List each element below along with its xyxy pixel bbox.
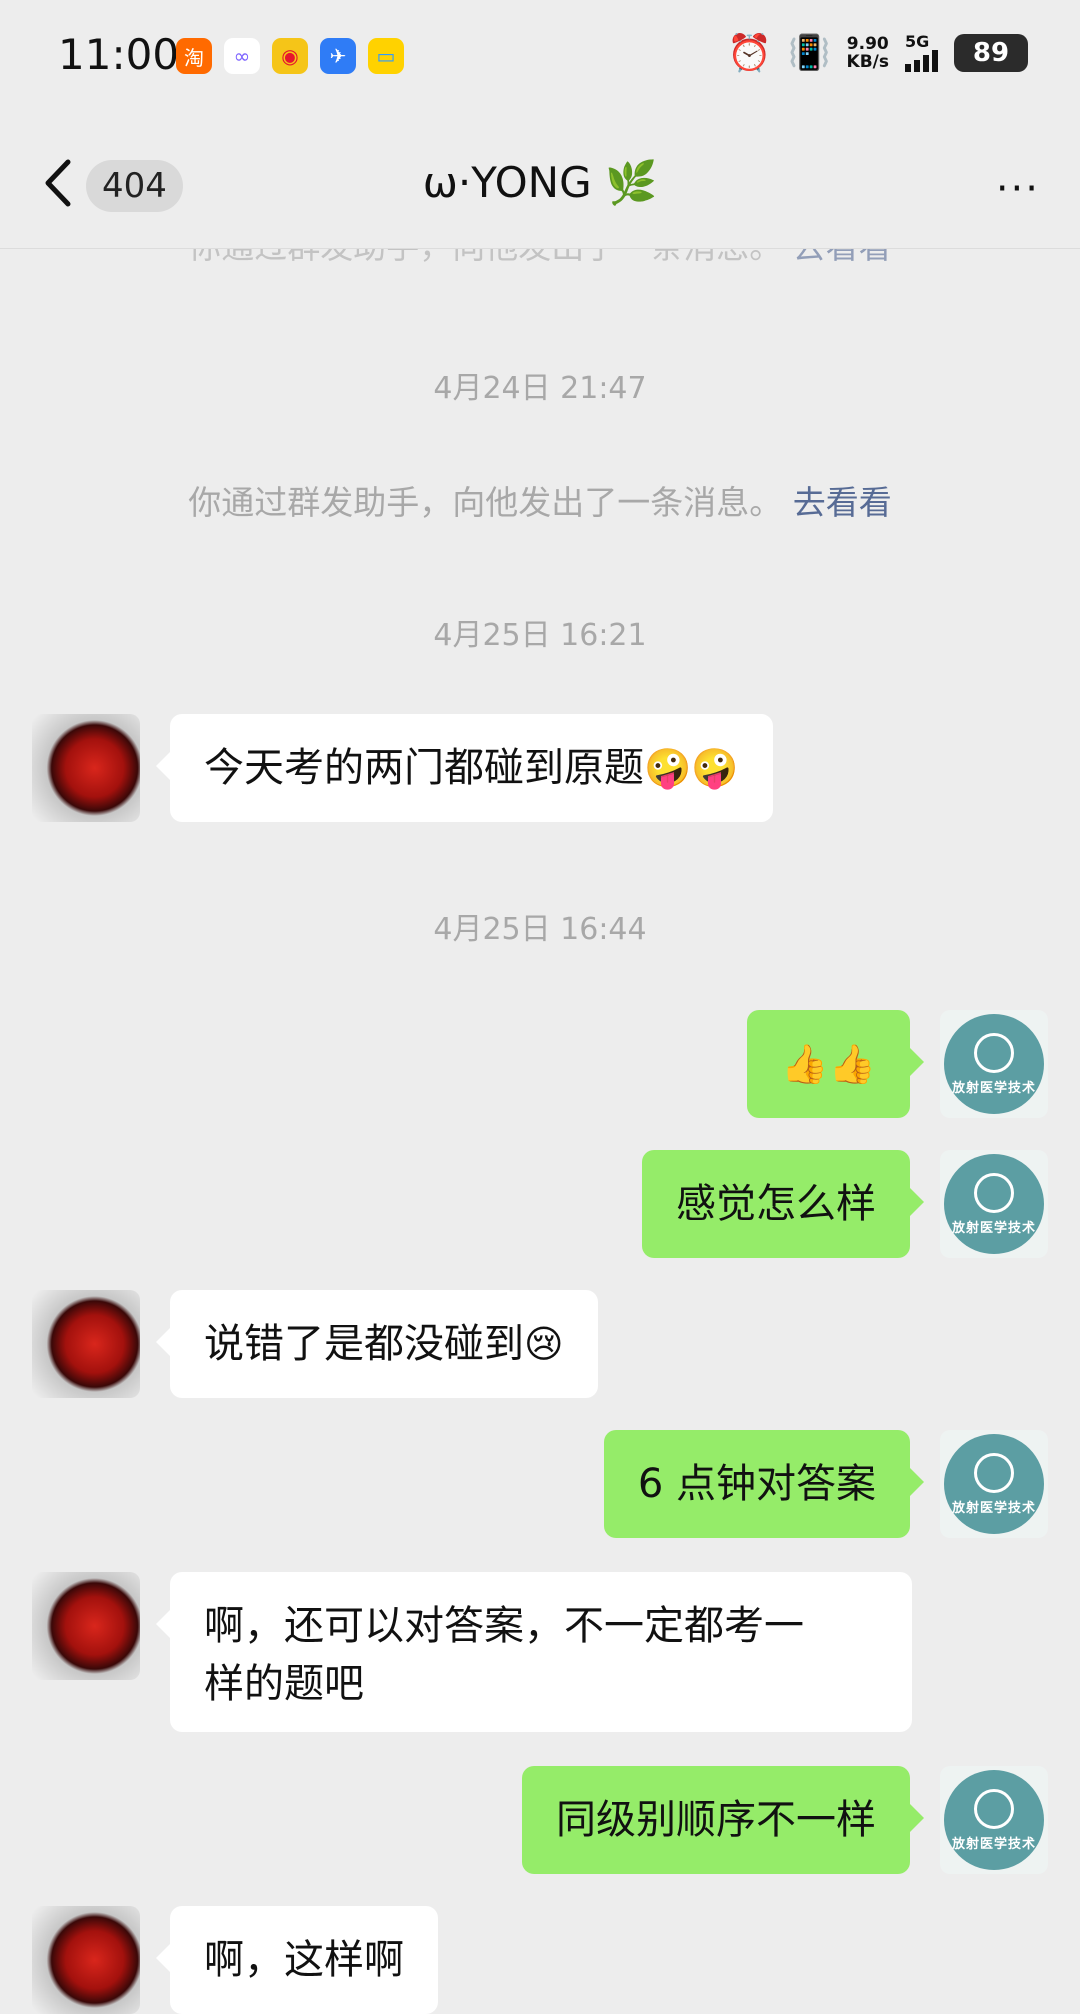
message-bubble-received[interactable]: 今天考的两门都碰到原题🤪🤪 xyxy=(156,714,773,822)
system-indicators: ⏰ 📳 9.90 KB/s 5G 89 xyxy=(727,32,1028,74)
contact-avatar[interactable] xyxy=(32,1290,140,1398)
more-button[interactable]: ··· xyxy=(996,166,1040,212)
logo-icon: 放射医学技术 xyxy=(944,1770,1044,1870)
message-bubble-received[interactable]: 啊，还可以对答案，不一定都考一 样的题吧 xyxy=(156,1572,912,1732)
timestamp: 4月25日 16:44 xyxy=(433,912,647,947)
status-bar: 11:00 淘 ∞ ◉ ✈ ▭ ⏰ 📳 9.90 KB/s 5G 89 xyxy=(0,0,1080,118)
signal-bars-icon xyxy=(905,50,938,72)
timestamp: 4月24日 21:47 xyxy=(433,371,647,406)
logo-icon: 放射医学技术 xyxy=(944,1154,1044,1254)
timestamp: 4月25日 16:21 xyxy=(433,618,647,653)
signal-indicator: 5G xyxy=(905,34,938,72)
clouds-icon: ∞ xyxy=(224,38,260,74)
logo-icon: 放射医学技术 xyxy=(944,1434,1044,1534)
vibrate-icon: 📳 xyxy=(788,33,831,73)
message-bubble-received[interactable]: 说错了是都没碰到😢 xyxy=(156,1290,598,1398)
view-link[interactable]: 去看看 xyxy=(793,483,892,522)
message-bubble-sent[interactable]: 👍👍 xyxy=(747,1010,924,1118)
contact-avatar[interactable] xyxy=(32,714,140,822)
card-icon: ▭ xyxy=(368,38,404,74)
my-avatar[interactable]: 放射医学技术 xyxy=(940,1150,1048,1258)
message-bubble-received[interactable]: 啊，这样啊 xyxy=(156,1906,438,2014)
chat-header: 404 ω·YONG 🌿 ··· xyxy=(0,118,1080,249)
notification-icons: 淘 ∞ ◉ ✈ ▭ xyxy=(176,38,404,74)
contact-avatar[interactable] xyxy=(32,1906,140,2014)
thumbs-up-icon: 👍👍 xyxy=(781,1042,876,1086)
crying-face-icon: 😢 xyxy=(524,1322,564,1366)
weibo-icon: ◉ xyxy=(272,38,308,74)
my-avatar[interactable]: 放射医学技术 xyxy=(940,1766,1048,1874)
contact-avatar[interactable] xyxy=(32,1572,140,1680)
alarm-icon: ⏰ xyxy=(727,33,773,74)
message-bubble-sent[interactable]: 同级别顺序不一样 xyxy=(522,1766,924,1874)
chat-title: ω·YONG 🌿 xyxy=(422,158,658,207)
logo-icon: 放射医学技术 xyxy=(944,1014,1044,1114)
system-message: 你通过群发助手，向他发出了一条消息。 去看看 xyxy=(188,483,892,522)
my-avatar[interactable]: 放射医学技术 xyxy=(940,1430,1048,1538)
bird-icon: ✈ xyxy=(320,38,356,74)
message-bubble-sent[interactable]: 感觉怎么样 xyxy=(642,1150,924,1258)
my-avatar[interactable]: 放射医学技术 xyxy=(940,1010,1048,1118)
battery-indicator: 89 xyxy=(954,34,1028,72)
zany-face-icon: 🤪🤪 xyxy=(644,746,739,790)
network-speed: 9.90 KB/s xyxy=(846,34,889,72)
taobao-icon: 淘 xyxy=(176,38,212,74)
clock: 11:00 xyxy=(58,30,180,79)
message-bubble-sent[interactable]: 6 点钟对答案 xyxy=(603,1430,925,1538)
